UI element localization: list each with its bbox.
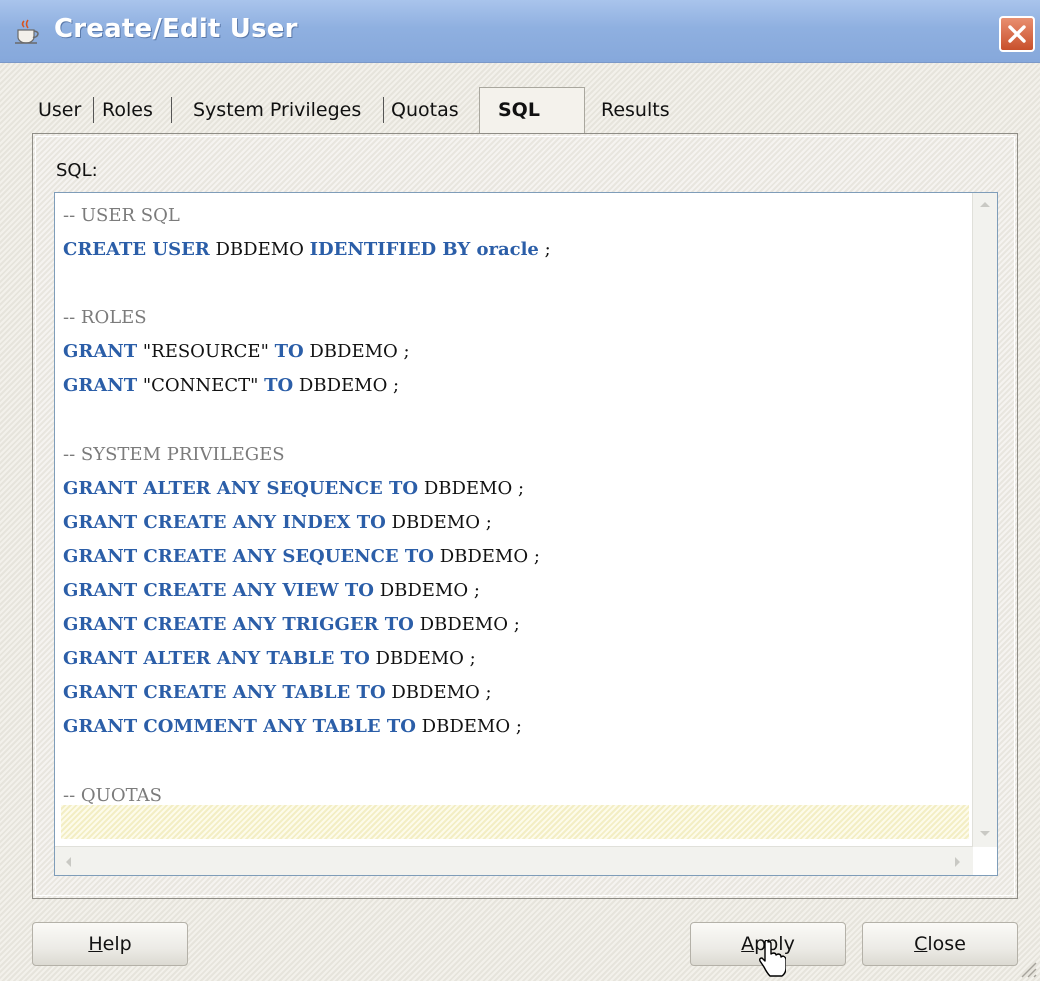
tab-divider [383, 97, 384, 123]
scroll-right-icon[interactable] [953, 855, 963, 869]
sql-keyword: GRANT CREATE ANY TABLE TO [63, 682, 386, 704]
sql-editor[interactable]: -- USER SQL CREATE USER DBDEMO IDENTIFIED… [54, 192, 998, 876]
sql-keyword: GRANT CREATE ANY TRIGGER TO [63, 614, 414, 636]
sql-line [63, 745, 551, 779]
tab-sql-label: SQL [498, 99, 540, 121]
resize-grip-icon[interactable] [1016, 957, 1038, 979]
help-mnemonic: H [88, 933, 103, 955]
sql-comment: -- ROLES [63, 307, 147, 329]
tab-user[interactable]: User [38, 99, 81, 121]
sql-comment: -- QUOTAS [63, 784, 162, 806]
sql-keyword: CREATE USER [63, 239, 210, 261]
sql-label: SQL: [56, 160, 98, 181]
sql-keyword: GRANT ALTER ANY SEQUENCE TO [63, 477, 419, 499]
sql-text: DBDEMO [209, 239, 310, 261]
window-title: Create/Edit User [54, 14, 298, 44]
sql-keyword: GRANT ALTER ANY TABLE TO [63, 648, 370, 670]
sql-text: DBDEMO ; [413, 614, 520, 636]
sql-text: DBDEMO ; [385, 682, 492, 704]
sql-line: -- USER SQL [63, 199, 551, 233]
sql-line: GRANT ALTER ANY TABLE TO DBDEMO ; [63, 642, 551, 676]
scroll-left-icon[interactable] [63, 855, 73, 869]
sql-line [63, 404, 551, 438]
apply-mnemonic: A [741, 933, 755, 955]
close-x-icon [1008, 25, 1026, 43]
tab-results[interactable]: Results [601, 99, 670, 121]
sql-keyword: TO [264, 375, 294, 397]
sql-keyword: IDENTIFIED BY oracle [309, 239, 539, 261]
tab-system-privileges[interactable]: System Privileges [193, 99, 361, 121]
sql-line: GRANT ALTER ANY SEQUENCE TO DBDEMO ; [63, 472, 551, 506]
sql-text: ; [538, 239, 551, 261]
sql-line: GRANT "RESOURCE" TO DBDEMO ; [63, 335, 551, 369]
sql-line: -- QUOTAS [63, 779, 551, 813]
sql-line: GRANT CREATE ANY TABLE TO DBDEMO ; [63, 676, 551, 710]
sql-line: -- SYSTEM PRIVILEGES [63, 438, 551, 472]
help-button[interactable]: Help [32, 922, 188, 966]
title-bar[interactable]: Create/Edit User [0, 0, 1040, 63]
scroll-down-icon[interactable] [978, 829, 992, 839]
scroll-up-icon[interactable] [978, 199, 992, 209]
sql-text: "RESOURCE" [137, 341, 275, 363]
tab-roles[interactable]: Roles [102, 99, 153, 121]
window-close-button[interactable] [999, 16, 1035, 52]
sql-line: GRANT CREATE ANY INDEX TO DBDEMO ; [63, 506, 551, 540]
mouse-pointer-icon [759, 940, 786, 977]
sql-comment: -- SYSTEM PRIVILEGES [63, 443, 285, 465]
tab-sql[interactable]: SQL [479, 87, 585, 133]
sql-line: GRANT CREATE ANY SEQUENCE TO DBDEMO ; [63, 540, 551, 574]
sql-line: GRANT CREATE ANY VIEW TO DBDEMO ; [63, 574, 551, 608]
sql-text: DBDEMO ; [369, 648, 476, 670]
tab-divider [93, 97, 94, 123]
sql-keyword: GRANT CREATE ANY VIEW TO [63, 580, 374, 602]
tab-divider [171, 97, 172, 123]
close-button[interactable]: Close [862, 922, 1018, 966]
sql-text: "CONNECT" [137, 375, 265, 397]
sql-keyword: GRANT CREATE ANY INDEX TO [63, 511, 386, 533]
sql-line: GRANT "CONNECT" TO DBDEMO ; [63, 369, 551, 403]
sql-line [63, 267, 551, 301]
sql-keyword: GRANT COMMENT ANY TABLE TO [63, 716, 416, 738]
sql-line: -- ROLES [63, 301, 551, 335]
tab-quotas[interactable]: Quotas [391, 99, 459, 121]
sql-text: DBDEMO ; [385, 511, 492, 533]
sql-text: DBDEMO ; [418, 477, 525, 499]
sql-line: CREATE USER DBDEMO IDENTIFIED BY oracle … [63, 233, 551, 267]
sql-keyword: GRANT [63, 375, 138, 397]
sql-code[interactable]: -- USER SQL CREATE USER DBDEMO IDENTIFIED… [63, 199, 551, 847]
sql-line [63, 813, 551, 847]
horizontal-scrollbar[interactable] [55, 846, 973, 875]
sql-keyword: TO [274, 341, 304, 363]
sql-text: DBDEMO ; [433, 545, 540, 567]
close-label-rest: lose [927, 933, 966, 955]
sql-text: DBDEMO ; [373, 580, 480, 602]
sql-text: DBDEMO ; [293, 375, 400, 397]
sql-line: GRANT CREATE ANY TRIGGER TO DBDEMO ; [63, 608, 551, 642]
vertical-scrollbar[interactable] [972, 193, 997, 847]
java-cup-icon [10, 18, 44, 48]
sql-line: GRANT COMMENT ANY TABLE TO DBDEMO ; [63, 710, 551, 744]
sql-text: DBDEMO ; [303, 341, 410, 363]
sql-keyword: GRANT CREATE ANY SEQUENCE TO [63, 545, 434, 567]
sql-keyword: GRANT [63, 341, 138, 363]
sql-comment: -- USER SQL [63, 205, 180, 226]
sql-text: DBDEMO ; [415, 716, 522, 738]
close-mnemonic: C [914, 933, 928, 955]
help-label-rest: elp [102, 933, 132, 955]
